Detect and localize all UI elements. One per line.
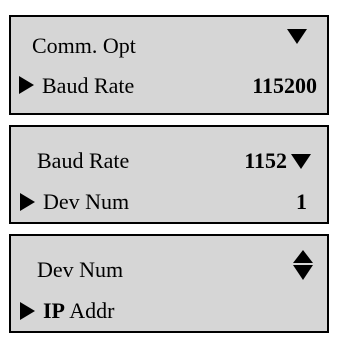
menu-item-baud-rate[interactable]: Baud Rate bbox=[42, 73, 134, 99]
menu-item-dev-num[interactable]: Dev Num bbox=[37, 257, 123, 283]
menu-item-ip-addr[interactable]: IP Addr bbox=[43, 298, 115, 324]
baud-rate-value: 1152 bbox=[244, 148, 287, 173]
lcd-screen-baud-rate: Baud Rate 1152 Dev Num 1 bbox=[9, 125, 329, 224]
selection-pointer-icon bbox=[19, 76, 34, 94]
down-arrow-icon bbox=[287, 29, 307, 44]
selection-pointer-icon bbox=[20, 302, 35, 320]
dev-num-value: 1 bbox=[296, 189, 307, 214]
ip-label: IP bbox=[43, 298, 65, 323]
menu-item-baud-rate[interactable]: Baud Rate bbox=[37, 148, 129, 174]
baud-rate-value: 115200 bbox=[252, 73, 317, 98]
menu-item-dev-num[interactable]: Dev Num bbox=[43, 189, 129, 215]
lcd-screen-comm-opt: Comm. Opt Baud Rate 115200 bbox=[9, 15, 329, 115]
selection-pointer-icon bbox=[20, 193, 35, 211]
addr-label: Addr bbox=[69, 298, 115, 323]
down-arrow-icon bbox=[291, 154, 311, 169]
lcd-screen-dev-num: Dev Num IP Addr bbox=[9, 234, 329, 333]
menu-title: Comm. Opt bbox=[32, 33, 136, 58]
